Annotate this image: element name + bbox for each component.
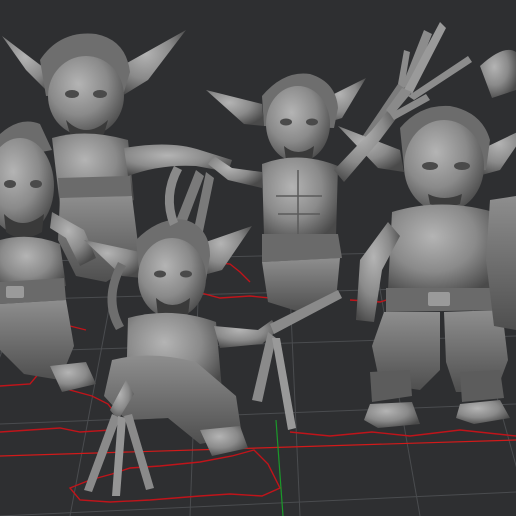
belt-buckle bbox=[6, 286, 24, 298]
torso bbox=[262, 157, 338, 242]
viewport-canvas[interactable] bbox=[0, 0, 516, 516]
torso bbox=[388, 204, 500, 296]
head bbox=[48, 56, 124, 136]
belt-buckle bbox=[428, 292, 450, 306]
foot bbox=[364, 402, 420, 428]
head bbox=[266, 86, 330, 162]
3d-viewport[interactable] bbox=[0, 0, 516, 516]
